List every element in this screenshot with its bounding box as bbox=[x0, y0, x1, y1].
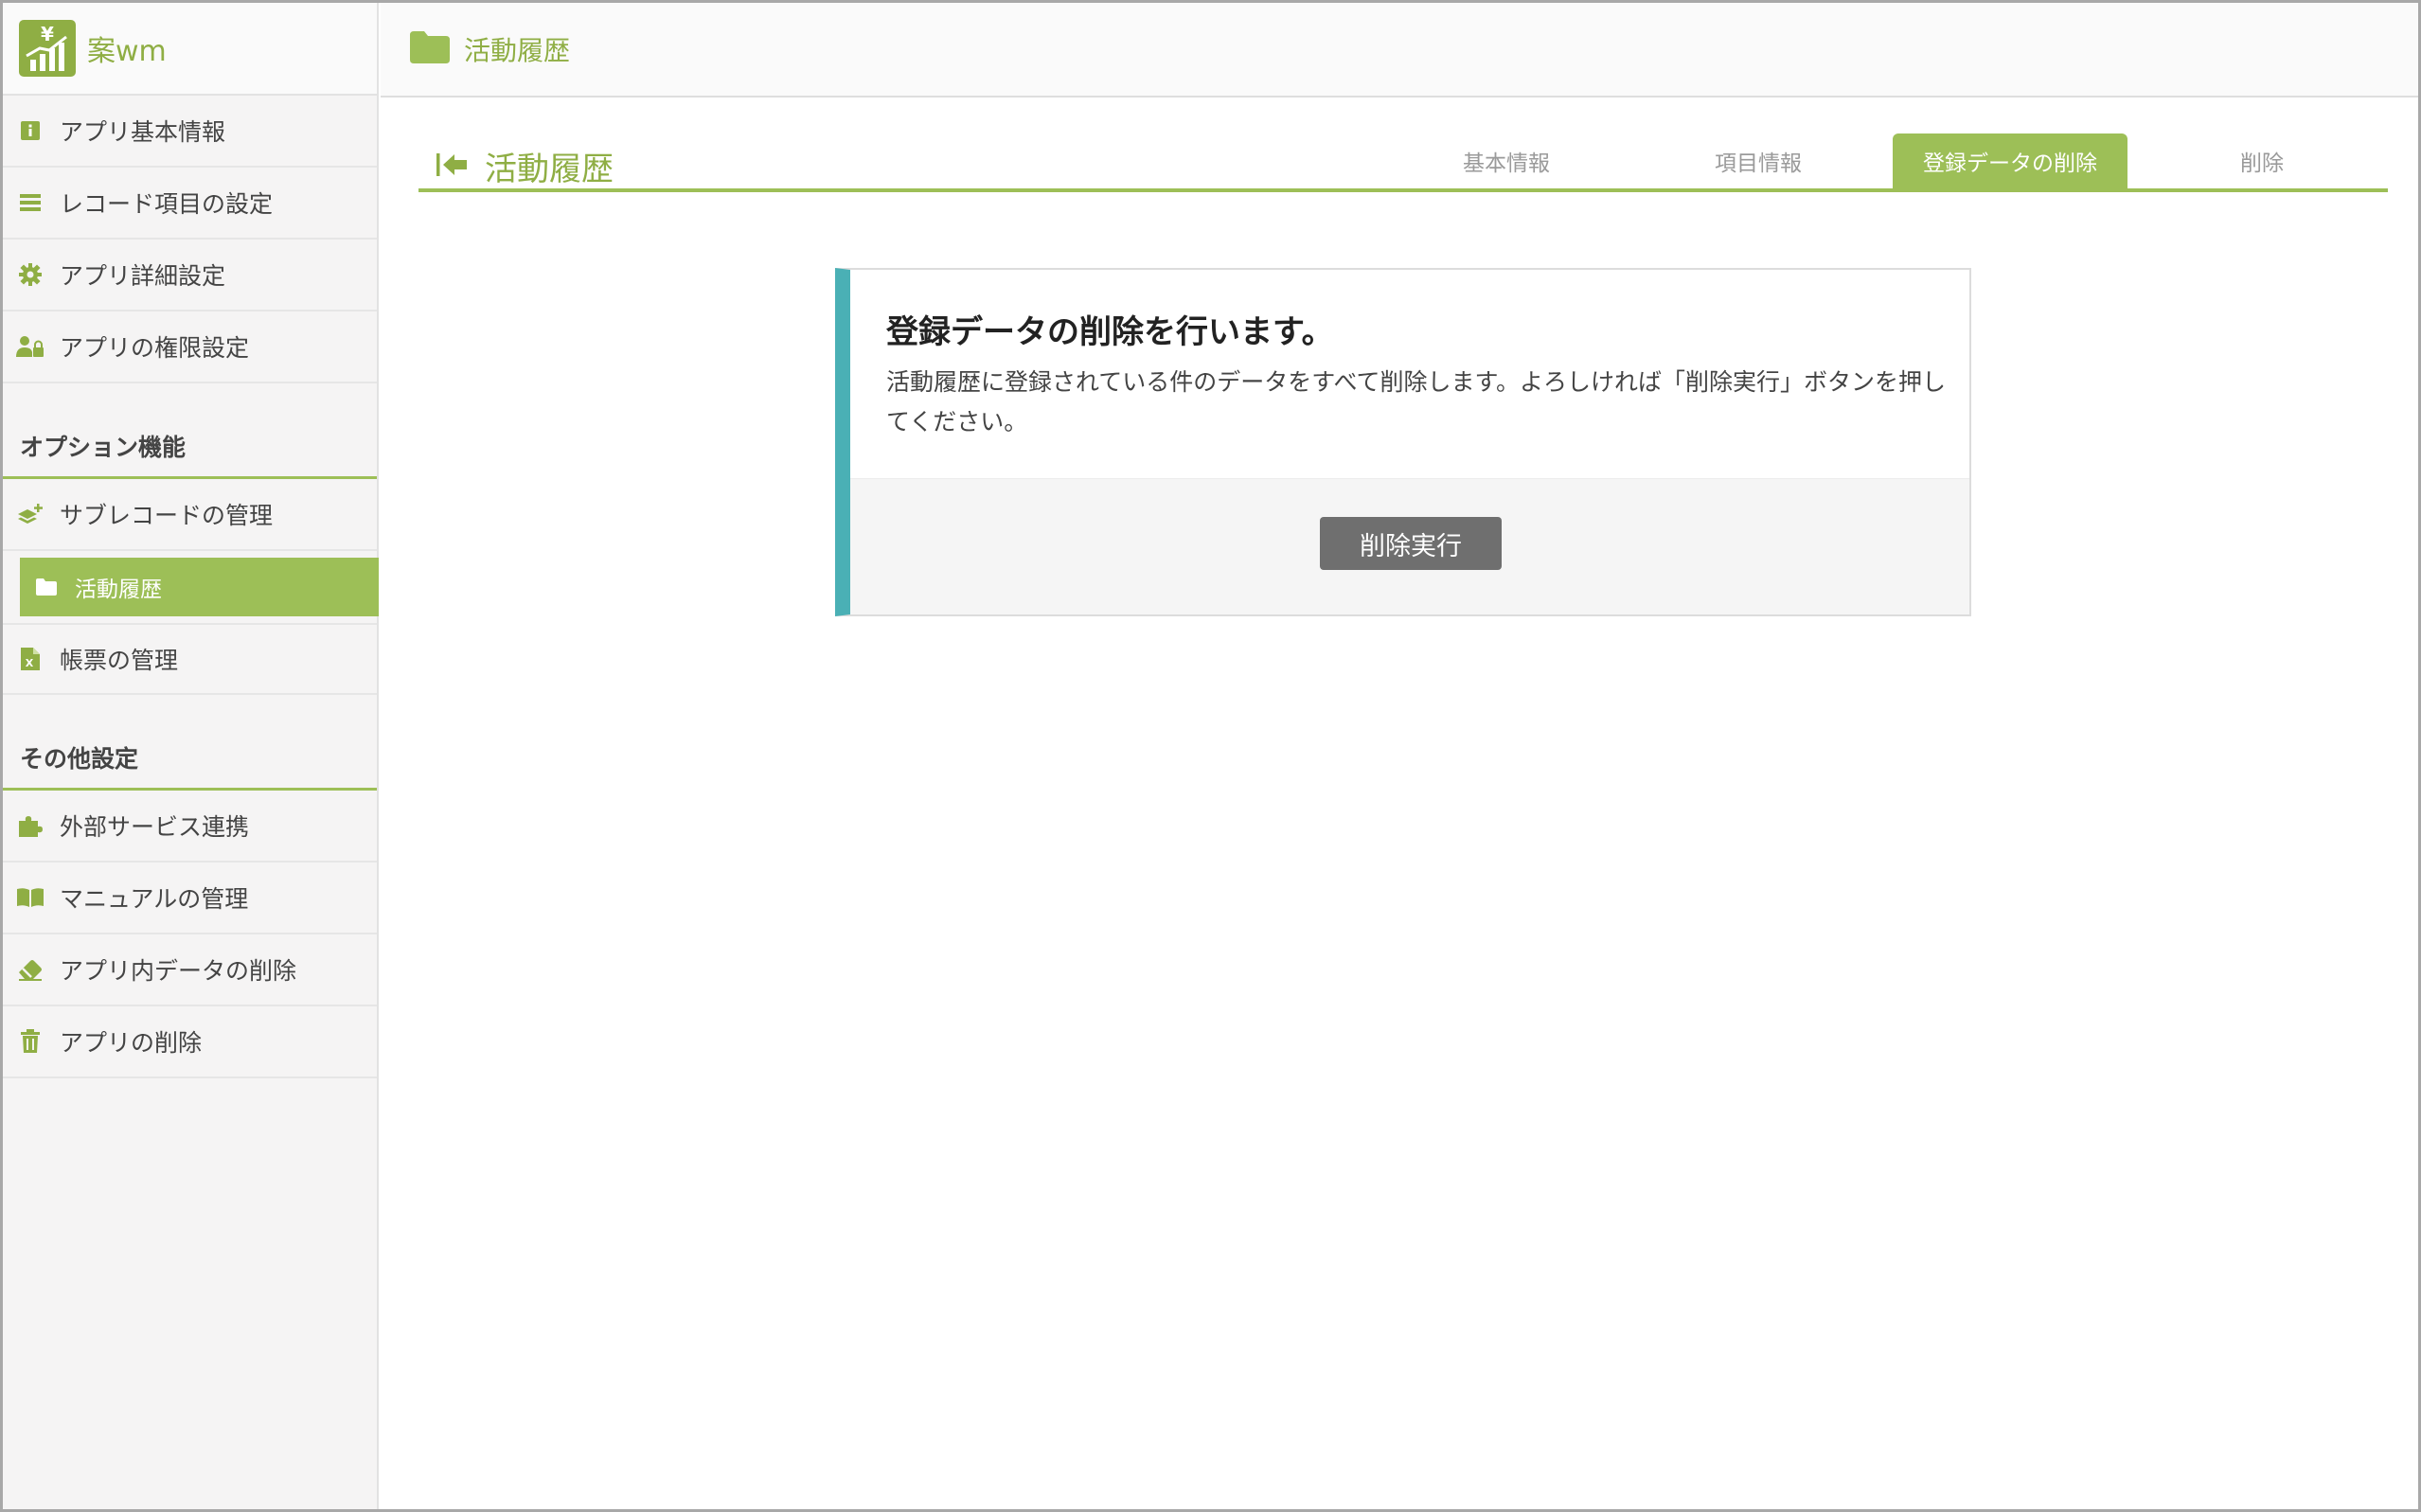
sidebar-item-label: アプリの権限設定 bbox=[60, 334, 250, 362]
sidebar-item-label: レコード項目の設定 bbox=[60, 190, 274, 218]
info-icon bbox=[16, 116, 45, 145]
section-title-other: その他設定 bbox=[3, 695, 377, 791]
folder-icon bbox=[409, 30, 451, 68]
sidebar-item-external-services[interactable]: 外部サービス連携 bbox=[3, 791, 377, 863]
sidebar-item-activity-history[interactable]: 活動履歴 bbox=[20, 558, 379, 616]
page-title: 活動履歴 bbox=[485, 151, 614, 188]
sidebar-item-manuals[interactable]: マニュアルの管理 bbox=[3, 863, 377, 934]
execute-delete-button[interactable]: 削除実行 bbox=[1320, 517, 1502, 570]
sidebar-item-label: マニュアルの管理 bbox=[60, 885, 249, 913]
sidebar-item-delete-app-data[interactable]: アプリ内データの削除 bbox=[3, 934, 377, 1006]
trash-icon bbox=[16, 1027, 45, 1056]
layers-plus-icon bbox=[16, 500, 45, 528]
sidebar-item-label: アプリの削除 bbox=[60, 1029, 203, 1057]
page-header: 活動履歴 基本情報 項目情報 登録データの削除 削除 bbox=[418, 133, 2388, 192]
card-footer: 削除実行 bbox=[850, 478, 1969, 614]
sidebar: ¥ 案wm アプリ基本情報 レコード項目の設定 アプリ詳細設定 アプリの権限設定… bbox=[3, 3, 379, 1509]
list-icon bbox=[16, 188, 45, 217]
eraser-icon bbox=[16, 955, 45, 984]
sidebar-item-label: 帳票の管理 bbox=[60, 647, 179, 674]
app-logo-icon: ¥ bbox=[19, 20, 76, 77]
tab-delete-data[interactable]: 登録データの削除 bbox=[1893, 133, 2127, 188]
sidebar-item-delete-app[interactable]: アプリの削除 bbox=[3, 1006, 377, 1078]
tab-field-info[interactable]: 項目情報 bbox=[1632, 133, 1884, 188]
sidebar-item-app-details[interactable]: アプリ詳細設定 bbox=[3, 240, 377, 311]
svg-text:¥: ¥ bbox=[41, 23, 54, 45]
user-lock-icon bbox=[16, 332, 45, 361]
sidebar-item-permissions[interactable]: アプリの権限設定 bbox=[3, 311, 377, 383]
section-title-options: オプション機能 bbox=[3, 383, 377, 479]
sidebar-item-label: 活動履歴 bbox=[75, 578, 162, 602]
sidebar-item-label: アプリ詳細設定 bbox=[60, 262, 226, 290]
sidebar-item-forms[interactable]: X 帳票の管理 bbox=[3, 623, 377, 695]
card-description: 活動履歴に登録されている件のデータをすべて削除します。よろしければ「削除実行」ボ… bbox=[886, 368, 1947, 436]
puzzle-icon bbox=[16, 811, 45, 840]
delete-data-card: 登録データの削除を行います。 活動履歴に登録されている件のデータをすべて削除しま… bbox=[835, 268, 1971, 616]
back-button[interactable]: 活動履歴 bbox=[436, 143, 614, 189]
gear-icon bbox=[16, 260, 45, 289]
sidebar-item-label: アプリ内データの削除 bbox=[60, 957, 297, 985]
logo-bar: ¥ 案wm bbox=[3, 3, 377, 96]
tab-delete[interactable]: 削除 bbox=[2136, 133, 2388, 188]
sidebar-item-subrecords[interactable]: サブレコードの管理 bbox=[3, 479, 377, 551]
card-title: 登録データの削除を行います。 bbox=[886, 313, 1334, 351]
sidebar-item-label: 外部サービス連携 bbox=[60, 813, 250, 841]
top-bar: 活動履歴 bbox=[381, 3, 2418, 98]
tab-basic-info[interactable]: 基本情報 bbox=[1380, 133, 1632, 188]
tab-bar: 基本情報 項目情報 登録データの削除 削除 bbox=[1380, 133, 2388, 188]
app-window: ¥ 案wm アプリ基本情報 レコード項目の設定 アプリ詳細設定 アプリの権限設定… bbox=[0, 0, 2421, 1512]
sidebar-item-record-fields[interactable]: レコード項目の設定 bbox=[3, 168, 377, 240]
sidebar-item-label: サブレコードの管理 bbox=[60, 502, 274, 529]
main-content: 活動履歴 基本情報 項目情報 登録データの削除 削除 登録データの削除を行います… bbox=[381, 98, 2418, 1509]
arrow-left-bar-icon bbox=[436, 151, 468, 183]
excel-file-icon: X bbox=[16, 645, 45, 673]
header-title: 活動履歴 bbox=[464, 35, 571, 66]
svg-text:X: X bbox=[26, 657, 34, 669]
book-icon bbox=[16, 883, 45, 912]
folder-icon bbox=[33, 574, 60, 600]
app-name: 案wm bbox=[87, 35, 167, 68]
sidebar-item-label: アプリ基本情報 bbox=[60, 118, 226, 146]
sidebar-item-basic-info[interactable]: アプリ基本情報 bbox=[3, 96, 377, 168]
